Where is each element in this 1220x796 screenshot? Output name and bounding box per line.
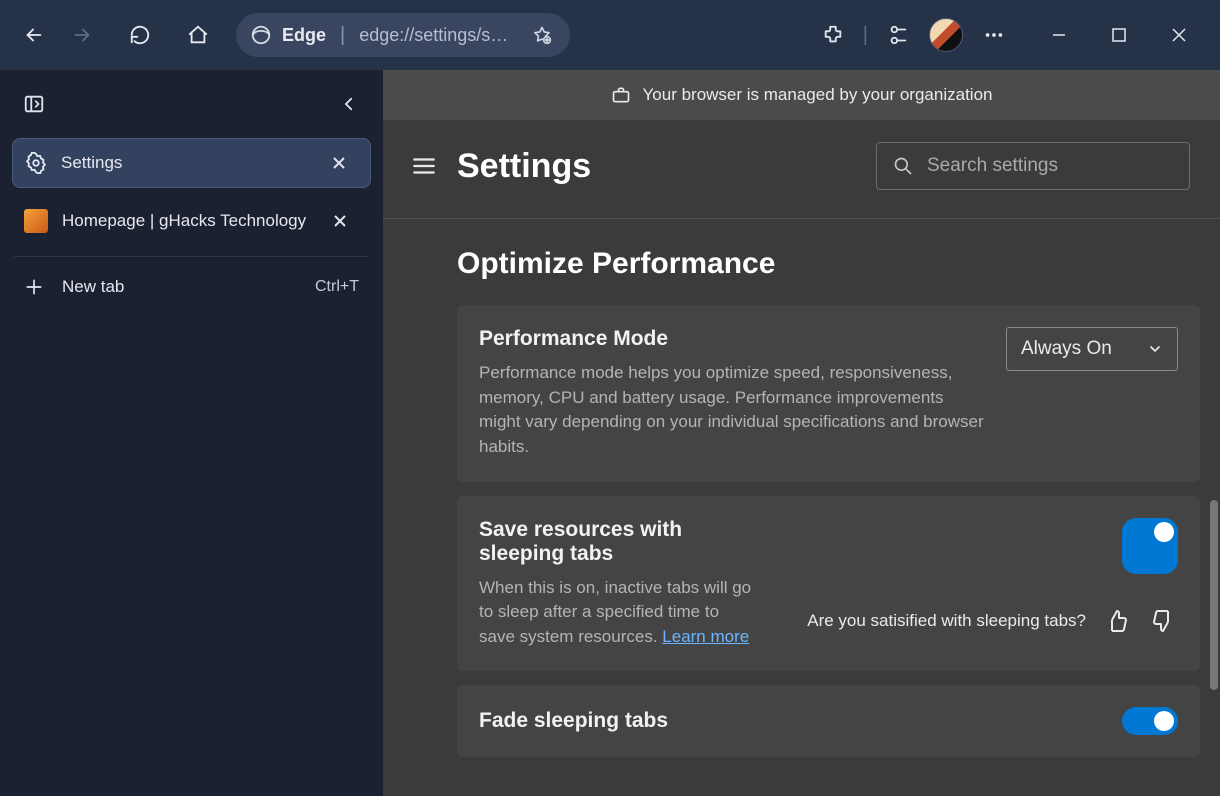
close-tab-button[interactable] [333, 214, 359, 228]
search-settings-box[interactable] [876, 142, 1190, 190]
new-tab-shortcut: Ctrl+T [315, 278, 359, 296]
new-tab-label: New tab [62, 277, 124, 297]
site-favicon [24, 209, 48, 233]
window-controls [1042, 18, 1196, 52]
managed-bar: Your browser is managed by your organiza… [383, 70, 1220, 120]
search-settings-input[interactable] [927, 155, 1173, 177]
avatar [929, 18, 963, 52]
home-button[interactable] [178, 15, 218, 55]
favorite-icon[interactable] [532, 25, 552, 45]
perf-mode-dropdown[interactable]: Always On [1006, 327, 1178, 371]
sleeping-tabs-toggle[interactable] [1122, 518, 1178, 574]
tab-actions-button[interactable] [16, 86, 52, 122]
sleeping-tabs-desc: When this is on, inactive tabs will go t… [479, 576, 759, 650]
profile-button[interactable] [926, 15, 966, 55]
perf-mode-selected: Always On [1021, 338, 1112, 360]
search-icon [893, 156, 913, 176]
perf-mode-desc: Performance mode helps you optimize spee… [479, 361, 986, 460]
address-bar[interactable]: Edge | edge://settings/s… [236, 13, 570, 57]
chevron-down-icon [1147, 341, 1163, 357]
fade-sleeping-tabs-toggle[interactable] [1122, 707, 1178, 735]
tab-label: Homepage | gHacks Technology [62, 211, 319, 231]
tab-settings[interactable]: Settings [12, 138, 371, 188]
card-fade-sleeping-tabs: Fade sleeping tabs [457, 685, 1200, 757]
content-area: Your browser is managed by your organiza… [383, 70, 1220, 796]
perf-mode-title: Performance Mode [479, 327, 986, 351]
managed-text: Your browser is managed by your organiza… [643, 85, 993, 105]
card-sleeping-tabs: Save resources with sleeping tabs When t… [457, 496, 1200, 672]
learn-more-link[interactable]: Learn more [662, 627, 749, 646]
new-tab-button[interactable]: New tab Ctrl+T [0, 263, 383, 311]
address-url: edge://settings/s… [359, 25, 508, 46]
tabs-separator [14, 256, 369, 257]
collections-button[interactable] [878, 15, 918, 55]
collapse-sidebar-button[interactable] [331, 86, 367, 122]
close-window-button[interactable] [1162, 18, 1196, 52]
address-app-label: Edge [282, 25, 326, 46]
vertical-tabs-sidebar: Settings Homepage | gHacks Technology Ne… [0, 70, 383, 796]
thumbs-up-button[interactable] [1102, 606, 1132, 636]
maximize-button[interactable] [1102, 18, 1136, 52]
close-tab-button[interactable] [332, 156, 358, 170]
sleeping-tabs-title: Save resources with sleeping tabs [479, 518, 759, 566]
gear-icon [25, 152, 47, 174]
forward-button [62, 15, 102, 55]
toolbar-separator: | [863, 24, 868, 47]
address-separator: | [340, 24, 345, 47]
settings-header: Settings [383, 120, 1220, 219]
edge-logo-icon [250, 24, 272, 46]
section-title: Optimize Performance [457, 247, 1200, 281]
titlebar: Edge | edge://settings/s… | [0, 0, 1220, 70]
settings-menu-button[interactable] [411, 153, 437, 179]
extensions-button[interactable] [813, 15, 853, 55]
scrollbar-thumb[interactable] [1210, 500, 1218, 690]
feedback-question: Are you satisified with sleeping tabs? [807, 611, 1086, 631]
briefcase-icon [611, 85, 631, 105]
settings-body: Optimize Performance Performance Mode Pe… [383, 219, 1220, 785]
minimize-button[interactable] [1042, 18, 1076, 52]
back-button[interactable] [14, 15, 54, 55]
more-button[interactable] [974, 15, 1014, 55]
refresh-button[interactable] [120, 15, 160, 55]
thumbs-down-button[interactable] [1148, 606, 1178, 636]
tab-label: Settings [61, 153, 318, 173]
card-performance-mode: Performance Mode Performance mode helps … [457, 305, 1200, 482]
tab-homepage[interactable]: Homepage | gHacks Technology [12, 196, 371, 246]
settings-title: Settings [457, 147, 591, 186]
fade-title: Fade sleeping tabs [479, 709, 668, 733]
plus-icon [24, 277, 44, 297]
